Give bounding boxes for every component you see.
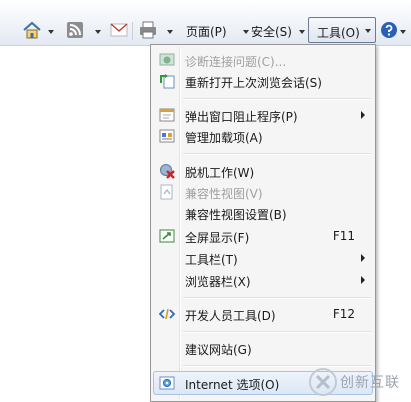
menu-separator: [183, 153, 371, 155]
addons-icon: [159, 128, 175, 144]
menu-item-label: 弹出窗口阻止程序(P): [185, 110, 298, 124]
menu-item-label: 诊断连接问题(C)...: [185, 55, 287, 69]
menu-item-compatibility-view-settings[interactable]: 兼容性视图设置(B): [153, 202, 373, 224]
feeds-icon[interactable]: [66, 21, 84, 39]
menu-item-full-screen[interactable]: 全屏显示(F) F11: [153, 225, 373, 247]
menu-item-label: Internet 选项(O): [185, 378, 280, 392]
mail-icon[interactable]: [110, 22, 128, 38]
tools-menu-button[interactable]: 工具(O): [308, 17, 376, 43]
developer-tools-icon: [158, 306, 176, 322]
menu-item-developer-tools[interactable]: 开发人员工具(D) F12: [153, 303, 373, 325]
menu-item-label: 兼容性视图设置(B): [185, 208, 287, 222]
toolbar-separator: [132, 22, 133, 40]
watermark-logo: 创新互联: [306, 364, 410, 400]
menu-item-label: 工具栏(T): [185, 253, 238, 267]
menu-item-diagnose-connection: 诊断连接问题(C)...: [153, 49, 373, 71]
help-icon[interactable]: [380, 21, 398, 39]
menu-item-label: 建议网站(G): [185, 343, 252, 357]
menu-item-toolbars[interactable]: 工具栏(T): [153, 247, 373, 269]
feeds-dropdown-arrow-icon[interactable]: [95, 30, 101, 34]
tools-dropdown-menu: 诊断连接问题(C)... 重新打开上次浏览会话(S) 弹出窗口阻止程序(P) 管…: [150, 44, 376, 402]
menu-item-reopen-last-session[interactable]: 重新打开上次浏览会话(S): [153, 70, 373, 92]
watermark-text: 创新互联: [340, 375, 400, 391]
internet-options-icon: [159, 375, 175, 391]
command-bar: 页面(P) 安全(S) 工具(O): [0, 0, 411, 46]
menu-item-label: 浏览器栏(X): [185, 275, 251, 289]
popup-blocker-icon: [159, 107, 175, 123]
page-menu-button[interactable]: 页面(P): [186, 23, 227, 40]
tools-menu-label: 工具(O): [317, 26, 360, 40]
submenu-arrow-icon: [361, 111, 365, 119]
menu-separator: [183, 98, 371, 100]
compat-view-icon: [159, 184, 175, 200]
submenu-arrow-icon: [361, 276, 365, 284]
work-offline-icon: [159, 163, 175, 179]
fullscreen-icon: [159, 228, 175, 244]
menu-item-label: 管理加载项(A): [185, 131, 263, 145]
menu-item-shortcut: F12: [332, 307, 355, 321]
menu-item-suggested-sites[interactable]: 建议网站(G): [153, 337, 373, 359]
menu-item-explorer-bars[interactable]: 浏览器栏(X): [153, 269, 373, 291]
submenu-arrow-icon: [361, 254, 365, 262]
help-dropdown-arrow-icon[interactable]: [400, 30, 406, 34]
menu-item-popup-blocker[interactable]: 弹出窗口阻止程序(P): [153, 104, 373, 126]
reopen-session-icon: [159, 73, 175, 89]
menu-separator: [183, 297, 371, 299]
menu-separator: [183, 331, 371, 333]
menu-item-shortcut: F11: [332, 229, 355, 243]
print-dropdown-arrow-icon[interactable]: [167, 30, 173, 34]
diagnose-icon: [159, 52, 175, 68]
tools-dropdown-arrow-icon: [365, 29, 371, 33]
menu-item-label: 全屏显示(F): [185, 231, 250, 245]
home-dropdown-arrow-icon[interactable]: [48, 30, 54, 34]
safety-dropdown-arrow-icon[interactable]: [299, 30, 305, 34]
menu-item-label: 开发人员工具(D): [185, 309, 276, 323]
menu-item-work-offline[interactable]: 脱机工作(W): [153, 160, 373, 182]
menu-item-label: 脱机工作(W): [185, 166, 255, 180]
watermark-x-icon: [309, 368, 337, 396]
menu-item-compatibility-view: 兼容性视图(V): [153, 181, 373, 203]
print-icon[interactable]: [139, 21, 157, 39]
menu-item-label: 兼容性视图(V): [185, 187, 263, 201]
page-dropdown-arrow-icon[interactable]: [243, 30, 249, 34]
menu-item-label: 重新打开上次浏览会话(S): [185, 76, 322, 90]
menu-item-manage-addons[interactable]: 管理加载项(A): [153, 125, 373, 147]
safety-menu-button[interactable]: 安全(S): [251, 23, 292, 40]
home-icon[interactable]: [22, 20, 42, 40]
